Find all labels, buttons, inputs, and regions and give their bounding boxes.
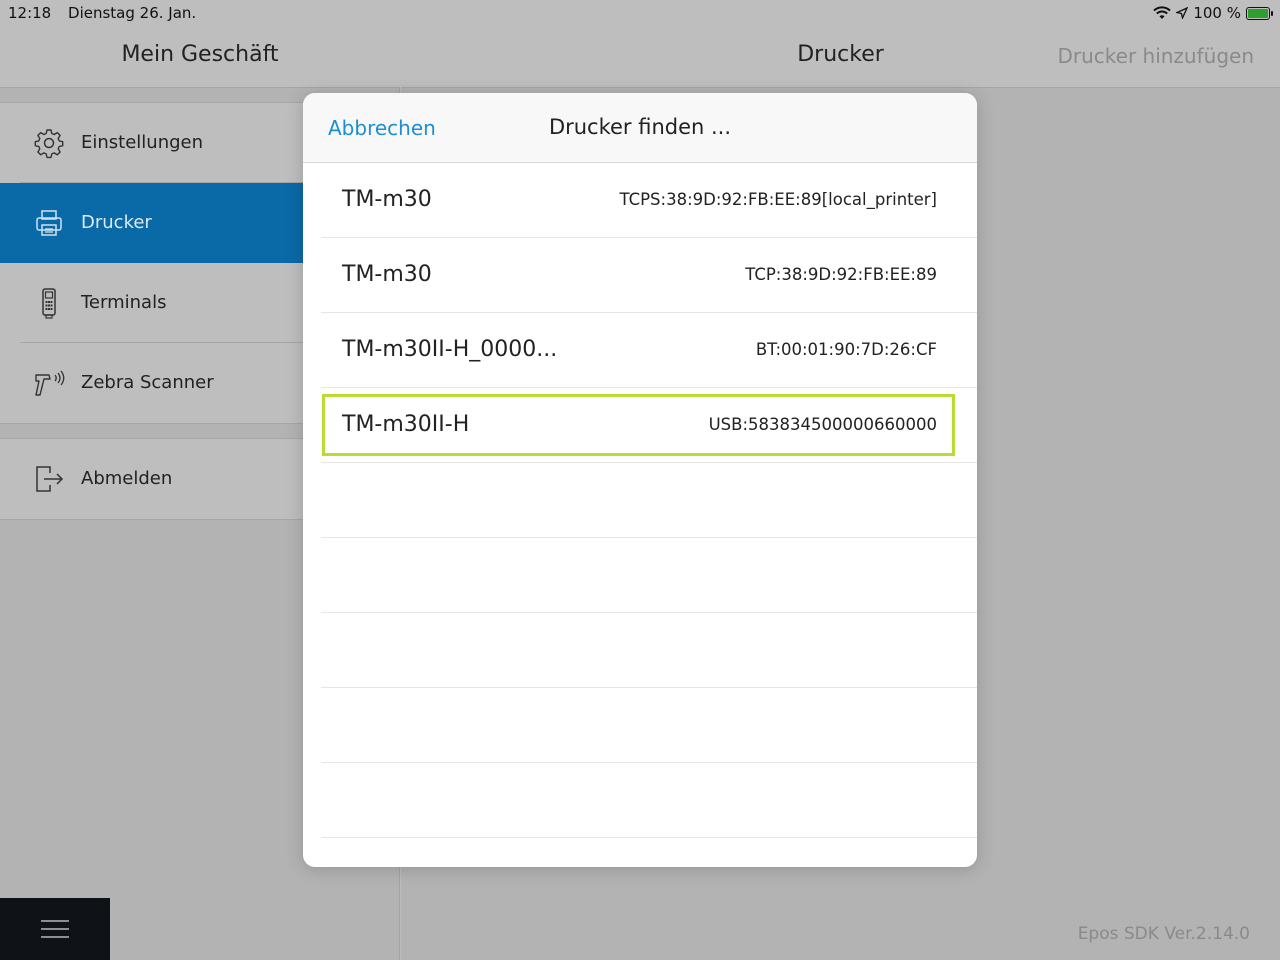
printer-row[interactable]: TM-m30 TCP:38:9D:92:FB:EE:89: [303, 238, 977, 313]
printer-address: TCP:38:9D:92:FB:EE:89: [745, 265, 937, 284]
status-bar: 12:18 Dienstag 26. Jan. 100 %: [0, 0, 1280, 26]
add-printer-button[interactable]: Drucker hinzufügen: [1057, 44, 1254, 68]
empty-row: [303, 763, 977, 838]
printer-address: BT:00:01:90:7D:26:CF: [755, 340, 937, 359]
sidebar-item-label: Drucker: [81, 212, 152, 233]
find-printer-dialog: Drucker finden ... Abbrechen TM-m30 TCPS…: [303, 93, 977, 867]
empty-row: [303, 688, 977, 763]
sidebar-item-label: Zebra Scanner: [81, 372, 214, 393]
printer-name: TM-m30II-H: [342, 412, 470, 437]
printer-name: TM-m30: [342, 187, 432, 212]
sidebar-title: Mein Geschäft: [121, 42, 279, 67]
sidebar-item-label: Einstellungen: [81, 132, 204, 153]
sidebar-item-label: Abmelden: [81, 468, 173, 489]
dialog-header: Drucker finden ... Abbrechen: [303, 93, 977, 163]
printer-icon: [36, 210, 62, 236]
printer-list: TM-m30 TCPS:38:9D:92:FB:EE:89[local_prin…: [303, 163, 977, 838]
logout-icon: [36, 466, 64, 492]
printer-address: TCPS:38:9D:92:FB:EE:89[local_printer]: [619, 190, 937, 209]
location-icon: [1176, 7, 1189, 19]
sdk-version: Epos SDK Ver.2.14.0: [1077, 924, 1250, 944]
empty-row: [303, 463, 977, 538]
payment-terminal-icon: [42, 288, 56, 319]
empty-row: [303, 538, 977, 613]
printer-row[interactable]: TM-m30II-H_0000... BT:00:01:90:7D:26:CF: [303, 313, 977, 388]
printer-row[interactable]: TM-m30 TCPS:38:9D:92:FB:EE:89[local_prin…: [303, 163, 977, 238]
battery-percent: 100 %: [1193, 4, 1241, 22]
hamburger-menu-button[interactable]: [0, 898, 110, 960]
empty-row: [303, 613, 977, 688]
printer-row-highlighted[interactable]: TM-m30II-H USB:583834500000660000: [303, 388, 977, 463]
status-time: 12:18: [8, 4, 52, 22]
status-date: Dienstag 26. Jan.: [68, 4, 197, 22]
sidebar-item-label: Terminals: [81, 292, 167, 313]
cancel-button[interactable]: Abbrechen: [328, 116, 436, 140]
hamburger-menu-icon: [41, 920, 69, 944]
printer-name: TM-m30II-H_0000...: [342, 337, 558, 362]
printer-address: USB:583834500000660000: [708, 415, 937, 434]
gear-icon: [34, 129, 64, 159]
battery-charging-icon: [1246, 6, 1273, 20]
wifi-icon: [1153, 6, 1172, 19]
barcode-scanner-icon: [35, 370, 65, 396]
printer-name: TM-m30: [342, 262, 432, 287]
